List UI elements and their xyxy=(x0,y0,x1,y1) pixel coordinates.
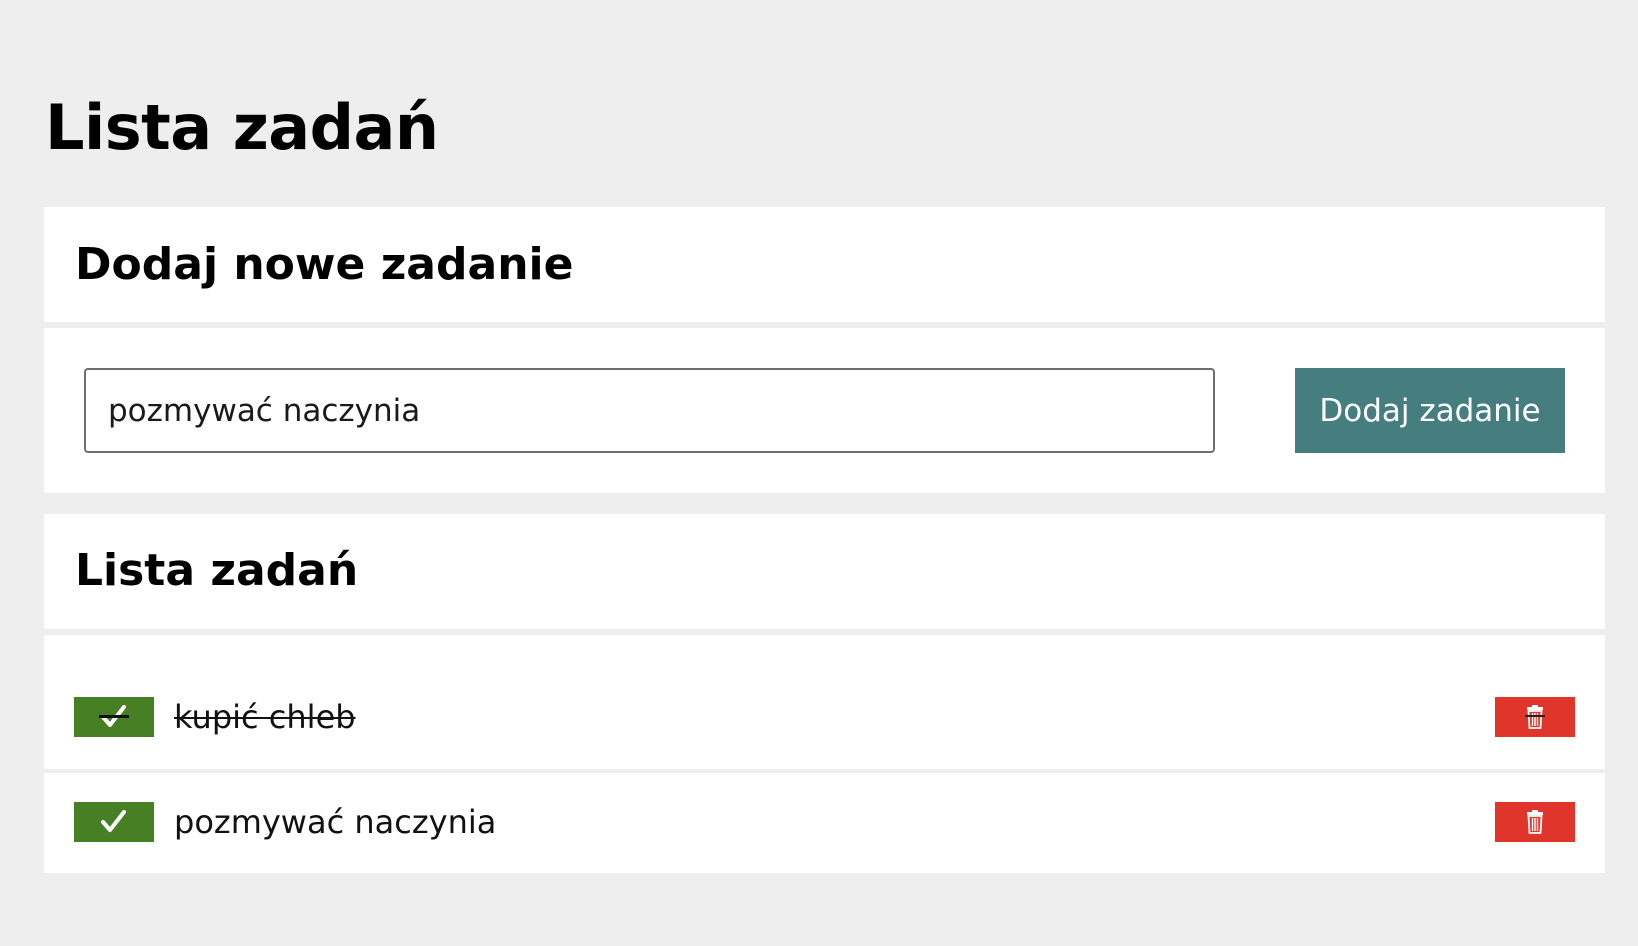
toggle-done-button[interactable] xyxy=(74,697,154,737)
strike-mark xyxy=(1525,715,1545,717)
task-row: pozmywać naczynia xyxy=(44,773,1605,873)
new-task-input[interactable] xyxy=(84,368,1215,453)
page-title: Lista zadań xyxy=(45,91,439,164)
add-task-heading: Dodaj nowe zadanie xyxy=(75,239,574,290)
task-list-heading: Lista zadań xyxy=(75,545,359,596)
delete-task-button[interactable] xyxy=(1495,802,1575,842)
trash-icon xyxy=(1526,705,1544,729)
add-task-header-panel: Dodaj nowe zadanie xyxy=(44,207,1605,322)
add-task-form-panel: Dodaj zadanie xyxy=(44,328,1605,493)
strike-mark xyxy=(99,715,129,718)
delete-task-button[interactable] xyxy=(1495,697,1575,737)
toggle-done-button[interactable] xyxy=(74,802,154,842)
add-task-button[interactable]: Dodaj zadanie xyxy=(1295,368,1565,453)
check-icon xyxy=(99,809,129,835)
trash-icon xyxy=(1526,810,1544,834)
task-row: kupić chleb xyxy=(44,635,1605,769)
task-text: kupić chleb xyxy=(174,698,356,736)
task-text: pozmywać naczynia xyxy=(174,803,497,841)
task-list-header-panel: Lista zadań xyxy=(44,514,1605,629)
